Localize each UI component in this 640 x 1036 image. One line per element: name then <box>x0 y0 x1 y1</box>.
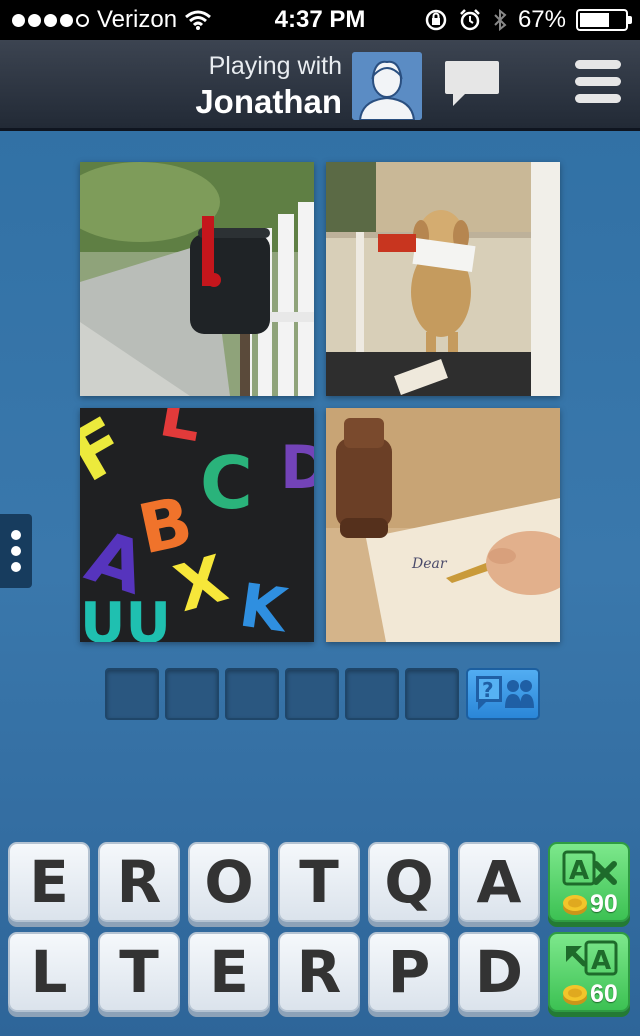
question-friends-icon: ? <box>476 676 534 710</box>
letter-tile[interactable]: T <box>98 932 180 1012</box>
letter-tile[interactable]: R <box>98 842 180 922</box>
status-bar: Verizon 4:37 PM 67% <box>0 0 640 40</box>
letter-tile[interactable]: E <box>8 842 90 922</box>
svg-text:A: A <box>569 856 589 886</box>
remove-letters-button[interactable]: A 90 <box>548 842 630 922</box>
answer-slot[interactable] <box>105 668 159 720</box>
letter-tile[interactable]: O <box>188 842 270 922</box>
game-header: Playing with Jonathan <box>0 40 640 131</box>
puzzle-photo-dog-with-mail <box>326 162 560 396</box>
svg-text:UU: UU <box>80 591 171 642</box>
rotation-lock-icon <box>425 9 447 31</box>
puzzle-photo-pen-writing: Dear <box>326 408 560 642</box>
reveal-letter-button[interactable]: A 60 <box>548 932 630 1012</box>
battery-percent: 67% <box>517 6 566 33</box>
letter-tile[interactable]: D <box>458 932 540 1012</box>
answer-slot[interactable] <box>225 668 279 720</box>
bluetooth-icon <box>494 8 507 32</box>
letter-tile[interactable]: E <box>188 932 270 1012</box>
letter-tile[interactable]: P <box>368 932 450 1012</box>
side-drawer-handle[interactable] <box>0 514 32 588</box>
alarm-icon <box>460 9 480 31</box>
hamburger-menu-icon[interactable] <box>575 60 621 106</box>
battery-icon <box>576 9 632 31</box>
playing-with-label: Playing with <box>208 52 342 80</box>
coin-icon <box>563 985 587 1005</box>
answer-slot[interactable] <box>345 668 399 720</box>
reveal-letter-icon: A <box>566 940 618 976</box>
remove-letter-icon: A <box>562 850 617 886</box>
coin-icon <box>563 895 587 915</box>
svg-text:?: ? <box>482 678 494 702</box>
svg-text:A: A <box>591 946 611 976</box>
letter-tile[interactable]: T <box>278 842 360 922</box>
svg-text:Dear: Dear <box>411 556 448 572</box>
chat-bubble-icon[interactable] <box>443 58 501 112</box>
answer-slot[interactable] <box>405 668 459 720</box>
letter-tile[interactable]: Q <box>368 842 450 922</box>
reveal-letter-cost: 60 <box>590 980 618 1008</box>
letter-tile[interactable]: A <box>458 842 540 922</box>
puzzle-photo-alphabet-magnets: F L C D B A X K UU <box>80 408 314 642</box>
letter-tile[interactable]: L <box>8 932 90 1012</box>
answer-slot[interactable] <box>285 668 339 720</box>
opponent-name: Jonathan <box>195 83 342 120</box>
puzzle-photo-mailbox <box>80 162 314 396</box>
opponent-info: Playing with Jonathan <box>195 52 342 121</box>
svg-text:D: D <box>280 433 314 503</box>
remove-letters-cost: 90 <box>590 890 618 918</box>
svg-text:C: C <box>200 441 253 525</box>
ask-friends-hint-button[interactable]: ? <box>466 668 540 720</box>
letter-tile[interactable]: R <box>278 932 360 1012</box>
person-avatar-icon[interactable] <box>352 52 422 120</box>
answer-slot[interactable] <box>165 668 219 720</box>
